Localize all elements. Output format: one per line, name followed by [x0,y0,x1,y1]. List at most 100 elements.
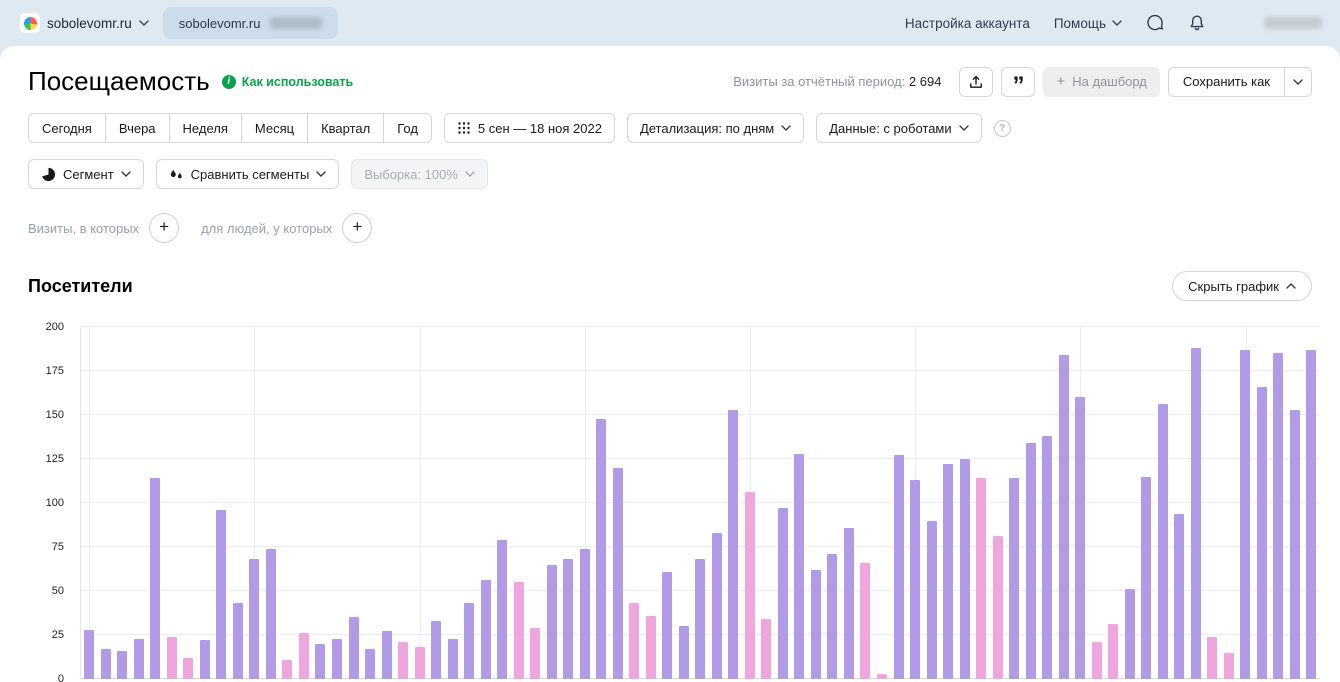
period-button-3[interactable]: Месяц [241,113,308,143]
chat-icon[interactable] [1146,14,1164,32]
bar[interactable] [134,639,144,679]
bar[interactable] [101,649,111,679]
period-button-1[interactable]: Вчера [105,113,170,143]
bar[interactable] [249,559,259,679]
bar[interactable] [200,640,210,679]
bar[interactable] [84,630,94,679]
bar[interactable] [514,582,524,679]
bar[interactable] [415,647,425,679]
bar[interactable] [728,410,738,679]
data-mode-button[interactable]: Данные: с роботами [816,113,981,143]
bell-icon[interactable] [1188,14,1206,32]
bar[interactable] [117,651,127,679]
bar[interactable] [167,637,177,679]
save-as-menu-button[interactable] [1284,67,1312,97]
bar[interactable] [497,540,507,679]
bar[interactable] [1141,477,1151,679]
bar[interactable] [1059,355,1069,679]
bar[interactable] [894,455,904,679]
bar[interactable] [1009,478,1019,679]
bar[interactable] [844,528,854,679]
segment-button[interactable]: Сегмент [28,159,144,189]
period-button-4[interactable]: Квартал [307,113,384,143]
sampling-button[interactable]: Выборка: 100% [351,159,488,189]
bar[interactable] [233,603,243,679]
bar[interactable] [1257,387,1267,679]
bar[interactable] [860,563,870,679]
bar[interactable] [629,603,639,679]
question-icon[interactable]: ? [994,120,1011,137]
bar[interactable] [464,603,474,679]
bar[interactable] [943,464,953,679]
bar[interactable] [332,639,342,679]
bar[interactable] [662,572,672,679]
add-user-condition-button[interactable]: + [342,213,372,243]
add-to-dashboard-button[interactable]: + На дашборд [1043,67,1159,97]
bar[interactable] [481,580,491,679]
quotes-button[interactable]: ” [1001,67,1035,97]
detail-button[interactable]: Детализация: по дням [627,113,804,143]
bar[interactable] [1191,348,1201,679]
bar[interactable] [382,631,392,679]
bar[interactable] [365,649,375,679]
bar[interactable] [679,626,689,679]
bar[interactable] [580,549,590,679]
bar[interactable] [695,559,705,679]
account-settings-link[interactable]: Настройка аккаунта [905,16,1030,31]
bar[interactable] [530,628,540,679]
bar[interactable] [448,639,458,679]
bar[interactable] [1108,624,1118,679]
bar[interactable] [811,570,821,679]
bar[interactable] [431,621,441,679]
bar[interactable] [1273,353,1283,679]
bar[interactable] [563,559,573,679]
bar[interactable] [712,533,722,679]
bar[interactable] [1125,589,1135,679]
bar[interactable] [1240,350,1250,679]
bar[interactable] [745,492,755,679]
period-button-5[interactable]: Год [383,113,432,143]
how-to-use-link[interactable]: i Как использовать [222,75,353,89]
bar[interactable] [910,480,920,679]
bar[interactable] [976,478,986,679]
bar[interactable] [1306,350,1316,679]
bar[interactable] [1092,642,1102,679]
period-button-2[interactable]: Неделя [169,113,242,143]
bar[interactable] [596,419,606,679]
date-range-button[interactable]: 5 сен — 18 ноя 2022 [444,113,615,143]
bar[interactable] [927,521,937,679]
hide-chart-button[interactable]: Скрыть график [1172,271,1312,301]
period-button-0[interactable]: Сегодня [28,113,106,143]
bar[interactable] [315,644,325,679]
bar[interactable] [1290,410,1300,679]
bar[interactable] [1026,443,1036,679]
counter-switcher[interactable]: sobolevomr.ru [10,7,159,39]
add-visit-condition-button[interactable]: + [149,213,179,243]
counter-tab[interactable]: sobolevomr.ru [163,7,339,39]
export-button[interactable] [959,67,993,97]
bar[interactable] [960,459,970,679]
bar[interactable] [877,674,887,679]
bar[interactable] [1158,404,1168,679]
bar[interactable] [778,508,788,679]
save-as-button[interactable]: Сохранить как [1168,67,1284,97]
bar[interactable] [646,616,656,679]
bar[interactable] [282,660,292,679]
bar[interactable] [794,454,804,679]
bar[interactable] [266,549,276,679]
bar[interactable] [216,510,226,679]
bar[interactable] [1207,637,1217,679]
bar[interactable] [1174,514,1184,679]
bar[interactable] [150,478,160,679]
bar[interactable] [761,619,771,679]
user-account[interactable] [1230,10,1322,36]
bar[interactable] [547,565,557,679]
bar[interactable] [1224,653,1234,679]
help-menu[interactable]: Помощь [1054,16,1122,31]
bar[interactable] [299,633,309,679]
bar[interactable] [349,617,359,679]
compare-segments-button[interactable]: Сравнить сегменты [156,159,340,189]
bar[interactable] [827,554,837,679]
bar[interactable] [183,658,193,679]
bar[interactable] [1042,436,1052,679]
